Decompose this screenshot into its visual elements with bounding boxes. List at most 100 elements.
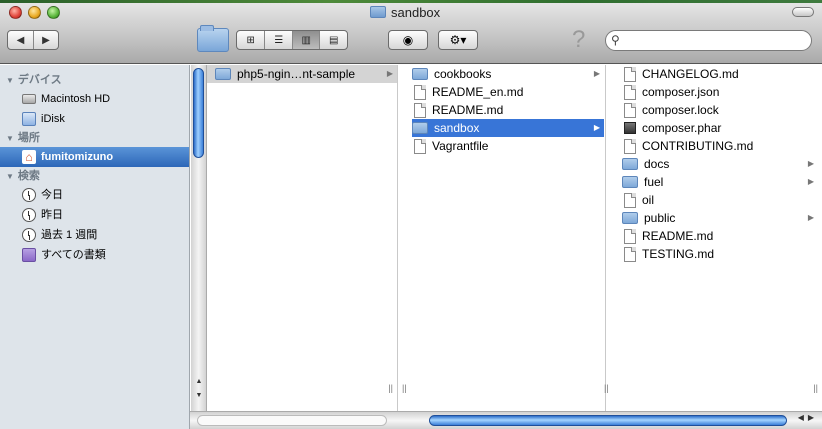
idisk-icon	[22, 112, 36, 126]
item-name: php5-ngin…nt-sample	[237, 67, 356, 81]
browser-column-2: cookbooks ▶ README_en.md README.md sandb…	[398, 65, 606, 411]
list-item[interactable]: oil	[622, 191, 818, 209]
sidebar-header-devices[interactable]: ▼ デバイス	[0, 71, 189, 89]
column-view-button[interactable]: ▥	[291, 31, 320, 49]
folder-icon	[412, 122, 428, 134]
desktop-strip	[0, 0, 822, 3]
sidebar-vertical-scrollbar[interactable]: ▲ ▼	[191, 65, 207, 411]
document-icon	[624, 66, 636, 82]
forward-button[interactable]: ▶	[32, 31, 58, 49]
document-icon	[624, 246, 636, 262]
close-window-button[interactable]	[9, 6, 22, 19]
column-resize-handle[interactable]: ||	[604, 383, 609, 393]
sidebar-header-label: 検索	[17, 170, 40, 182]
column-resize-handle[interactable]: ||	[813, 383, 818, 393]
quick-look-button[interactable]: ◉	[388, 30, 428, 50]
item-name: oil	[642, 193, 655, 207]
sidebar-item-label: 今日	[41, 189, 63, 201]
list-item[interactable]: Vagrantfile	[412, 137, 604, 155]
disclosure-triangle-icon: ▼	[6, 172, 14, 181]
list-item[interactable]: php5-ngin…nt-sample ▶	[207, 65, 397, 83]
clock-icon	[22, 188, 36, 202]
disclosure-arrow-icon: ▶	[386, 69, 393, 78]
list-item[interactable]: cookbooks ▶	[412, 65, 604, 83]
browser-column-3: CHANGELOG.md composer.json composer.lock…	[604, 65, 822, 411]
item-name: Vagrantfile	[432, 139, 489, 153]
cover-flow-icon: ▤	[329, 34, 339, 46]
disclosure-arrow-icon: ▶	[593, 123, 600, 132]
scrollbar-thumb[interactable]	[193, 68, 204, 158]
column-view-icon: ▥	[301, 34, 311, 46]
sidebar-header-places[interactable]: ▼ 場所	[0, 129, 189, 147]
item-name: composer.json	[642, 85, 720, 99]
sidebar-item-today[interactable]: 今日	[0, 185, 189, 205]
zoom-window-button[interactable]	[47, 6, 60, 19]
list-item[interactable]: README.md	[412, 101, 604, 119]
current-folder-icon	[197, 25, 229, 52]
scroll-arrows-icon[interactable]: ◀▶	[798, 413, 818, 422]
item-name: composer.phar	[642, 121, 722, 135]
sidebar-item-all-documents[interactable]: すべての書類	[0, 245, 189, 265]
document-icon	[624, 84, 636, 100]
window-title-text: sandbox	[391, 4, 441, 20]
item-name: fuel	[644, 175, 664, 189]
binary-file-icon	[624, 122, 636, 134]
sidebar-item-idisk[interactable]: iDisk	[0, 109, 189, 129]
folder-icon	[215, 68, 231, 80]
all-documents-icon	[22, 248, 36, 262]
forward-arrow-icon: ▶	[42, 34, 50, 46]
document-icon	[414, 138, 426, 154]
disclosure-arrow-icon: ▶	[807, 213, 814, 222]
column-resize-handle[interactable]: ||	[388, 383, 393, 393]
folder-icon	[412, 68, 428, 80]
list-item[interactable]: README_en.md	[412, 83, 604, 101]
toolbar-toggle-button[interactable]	[792, 7, 814, 17]
scroll-arrows-icon[interactable]: ▲ ▼	[192, 375, 206, 403]
list-view-button[interactable]: ☰	[264, 31, 292, 49]
list-item[interactable]: README.md	[622, 227, 818, 245]
document-icon	[414, 84, 426, 100]
icon-view-button[interactable]: ⊞	[237, 31, 264, 49]
list-item[interactable]: CHANGELOG.md	[622, 65, 818, 83]
list-view-icon: ☰	[274, 34, 284, 46]
cover-flow-button[interactable]: ▤	[319, 31, 347, 49]
list-item[interactable]: public ▶	[622, 209, 818, 227]
scrollbar-track	[197, 415, 387, 426]
list-item[interactable]: composer.phar	[622, 119, 818, 137]
folder-icon	[622, 212, 638, 224]
list-item[interactable]: docs ▶	[622, 155, 818, 173]
document-icon	[414, 102, 426, 118]
search-input[interactable]	[605, 30, 812, 51]
sidebar-header-search[interactable]: ▼ 検索	[0, 167, 189, 185]
list-item[interactable]: sandbox ▶	[412, 119, 604, 137]
scrollbar-thumb[interactable]	[429, 415, 787, 426]
list-item[interactable]: TESTING.md	[622, 245, 818, 263]
back-arrow-icon: ◀	[16, 34, 25, 46]
search-icon: ⚲	[611, 33, 620, 47]
list-item[interactable]: composer.lock	[622, 101, 818, 119]
view-mode-buttons: ⊞ ☰ ▥ ▤	[236, 30, 348, 50]
list-item[interactable]: CONTRIBUTING.md	[622, 137, 818, 155]
window-title: sandbox	[370, 4, 440, 20]
clock-icon	[22, 208, 36, 222]
list-item[interactable]: composer.json	[622, 83, 818, 101]
sidebar-item-past-week[interactable]: 過去 1 週間	[0, 225, 189, 245]
browser-column-1: php5-ngin…nt-sample ▶ ||	[190, 65, 398, 411]
sidebar-item-label: 過去 1 週間	[41, 229, 98, 241]
back-button[interactable]: ◀	[8, 31, 33, 49]
sidebar-item-macintosh-hd[interactable]: Macintosh HD	[0, 89, 189, 109]
sidebar-item-yesterday[interactable]: 昨日	[0, 205, 189, 225]
home-icon: ⌂	[22, 150, 36, 164]
item-name: public	[644, 211, 676, 225]
horizontal-scrollbar[interactable]: ◀▶	[190, 411, 822, 429]
sidebar-item-label: Macintosh HD	[41, 93, 111, 105]
hard-drive-icon	[22, 94, 36, 104]
minimize-window-button[interactable]	[28, 6, 41, 19]
sidebar-item-label: すべての書類	[41, 249, 106, 261]
sidebar-item-label: iDisk	[41, 113, 65, 125]
sidebar-item-home[interactable]: ⌂ fumitomizuno	[0, 147, 189, 167]
disclosure-arrow-icon: ▶	[807, 159, 814, 168]
list-item[interactable]: fuel ▶	[622, 173, 818, 191]
column-resize-handle[interactable]: ||	[402, 383, 407, 393]
action-menu-button[interactable]: ⚙▾	[438, 30, 478, 50]
